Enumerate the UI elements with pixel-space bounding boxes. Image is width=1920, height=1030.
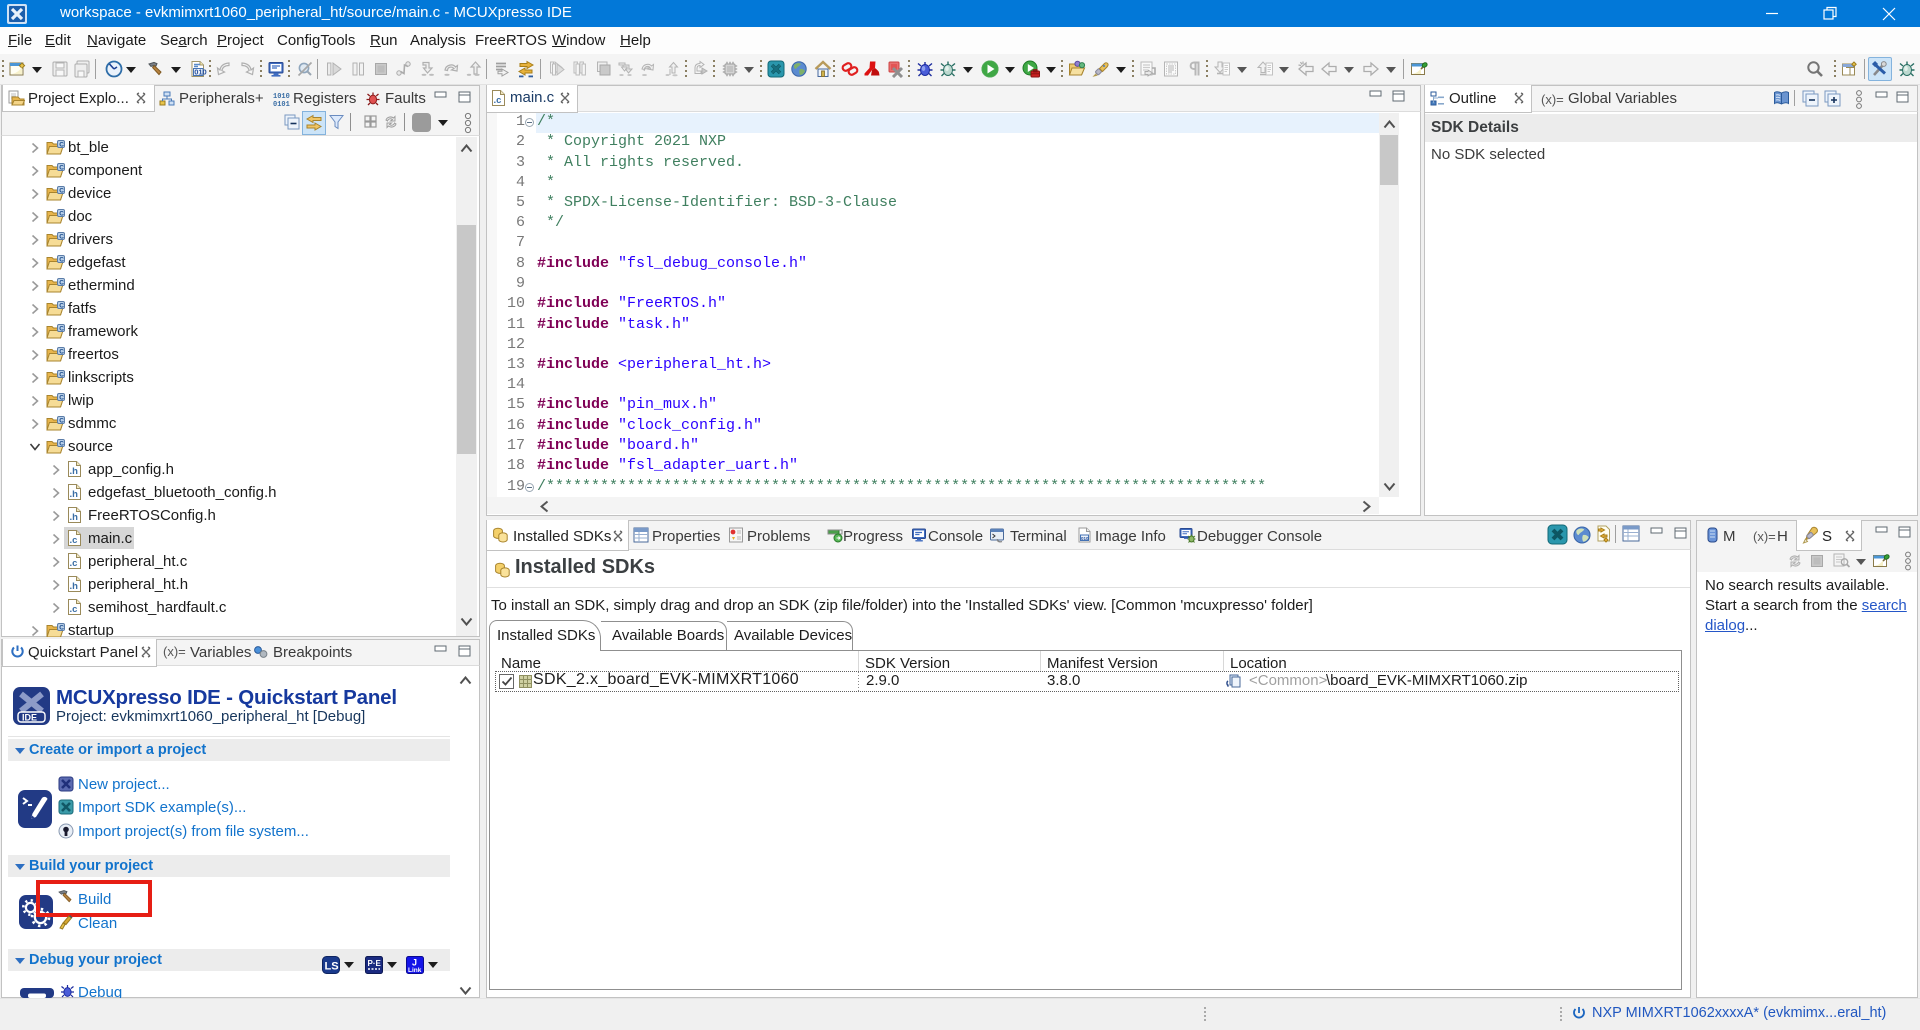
svg-text:C: C (59, 211, 64, 218)
svg-text:.c: .c (70, 558, 78, 569)
svg-text:Link: Link (408, 967, 422, 974)
svg-text:C: C (59, 625, 64, 632)
svg-text:C: C (59, 257, 64, 264)
svg-text:C: C (59, 395, 64, 402)
svg-text:C: C (59, 441, 64, 448)
svg-text:.h: .h (70, 489, 79, 500)
svg-text:P·E: P·E (368, 959, 382, 968)
svg-text:C: C (59, 372, 64, 379)
svg-text:C: C (59, 326, 64, 333)
svg-text:.c: .c (70, 535, 78, 546)
svg-text:.h: .h (70, 581, 79, 592)
svg-text:0101: 0101 (273, 101, 290, 107)
svg-text:C: C (59, 188, 64, 195)
svg-text:.c: .c (494, 95, 502, 106)
svg-text:C: C (59, 142, 64, 149)
svg-text:C: C (59, 280, 64, 287)
svg-text:C: C (59, 303, 64, 310)
svg-text:C: C (59, 165, 64, 172)
svg-text:J: J (412, 958, 417, 968)
svg-text:010: 010 (194, 68, 207, 77)
svg-text:IDE: IDE (22, 713, 37, 723)
svg-text:.c: .c (70, 604, 78, 615)
svg-text:.h: .h (70, 466, 79, 477)
svg-text:C: C (59, 349, 64, 356)
svg-text:LS: LS (325, 961, 339, 973)
svg-text:C: C (59, 418, 64, 425)
svg-text:.h: .h (70, 512, 79, 523)
svg-text:C: C (59, 234, 64, 241)
svg-text:010: 010 (1081, 536, 1089, 541)
svg-text:1010: 1010 (273, 93, 290, 101)
